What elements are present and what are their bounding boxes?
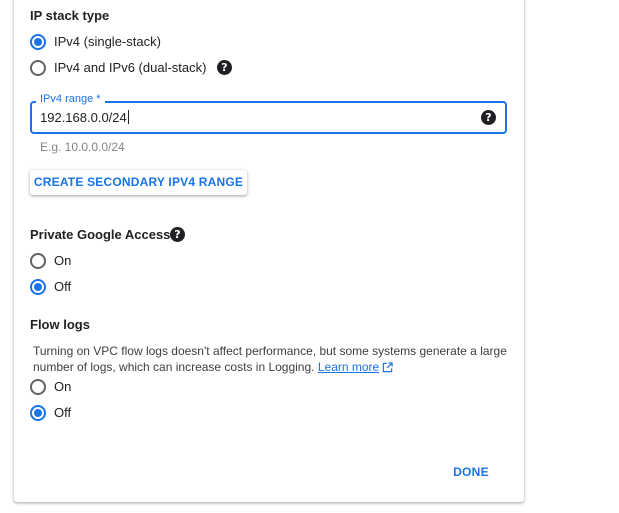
create-secondary-range-button[interactable]: CREATE SECONDARY IPV4 RANGE [30,170,247,195]
ipv4-range-value: 192.168.0.0/24 [40,110,127,125]
flow-logs-heading: Flow logs [30,317,90,332]
dual-stack-label[interactable]: IPv4 and IPv6 (dual-stack) [54,60,206,75]
private-access-off-label[interactable]: Off [54,279,71,294]
learn-more-link[interactable]: Learn more [318,360,379,374]
private-access-on-label[interactable]: On [54,253,71,268]
dual-stack-radio[interactable] [30,60,46,76]
flow-logs-off-label[interactable]: Off [54,405,71,420]
private-access-heading: Private Google Access [30,227,171,242]
private-access-off-radio[interactable] [30,279,46,295]
ipv4-range-label: IPv4 range * [36,93,105,105]
done-button[interactable]: DONE [448,462,494,482]
flow-logs-off-radio[interactable] [30,405,46,421]
help-circle-icon[interactable]: ? [170,227,185,242]
help-circle-icon[interactable]: ? [481,110,496,125]
flow-logs-on-label[interactable]: On [54,379,71,394]
flow-logs-description-text: Turning on VPC flow logs doesn't affect … [33,344,507,374]
help-circle-icon[interactable]: ? [217,60,232,75]
text-cursor [127,110,129,124]
private-access-on-radio[interactable] [30,253,46,269]
ipv4-single-stack-label[interactable]: IPv4 (single-stack) [54,34,161,49]
subnet-edit-card [14,0,524,502]
ipv4-range-hint: E.g. 10.0.0.0/24 [40,140,125,154]
ipv4-single-stack-radio[interactable] [30,34,46,50]
flow-logs-on-radio[interactable] [30,379,46,395]
ip-stack-heading: IP stack type [30,8,110,23]
external-link-icon[interactable] [382,362,393,373]
flow-logs-description: Turning on VPC flow logs doesn't affect … [33,343,513,375]
ipv4-range-input[interactable]: 192.168.0.0/24 [40,110,129,125]
